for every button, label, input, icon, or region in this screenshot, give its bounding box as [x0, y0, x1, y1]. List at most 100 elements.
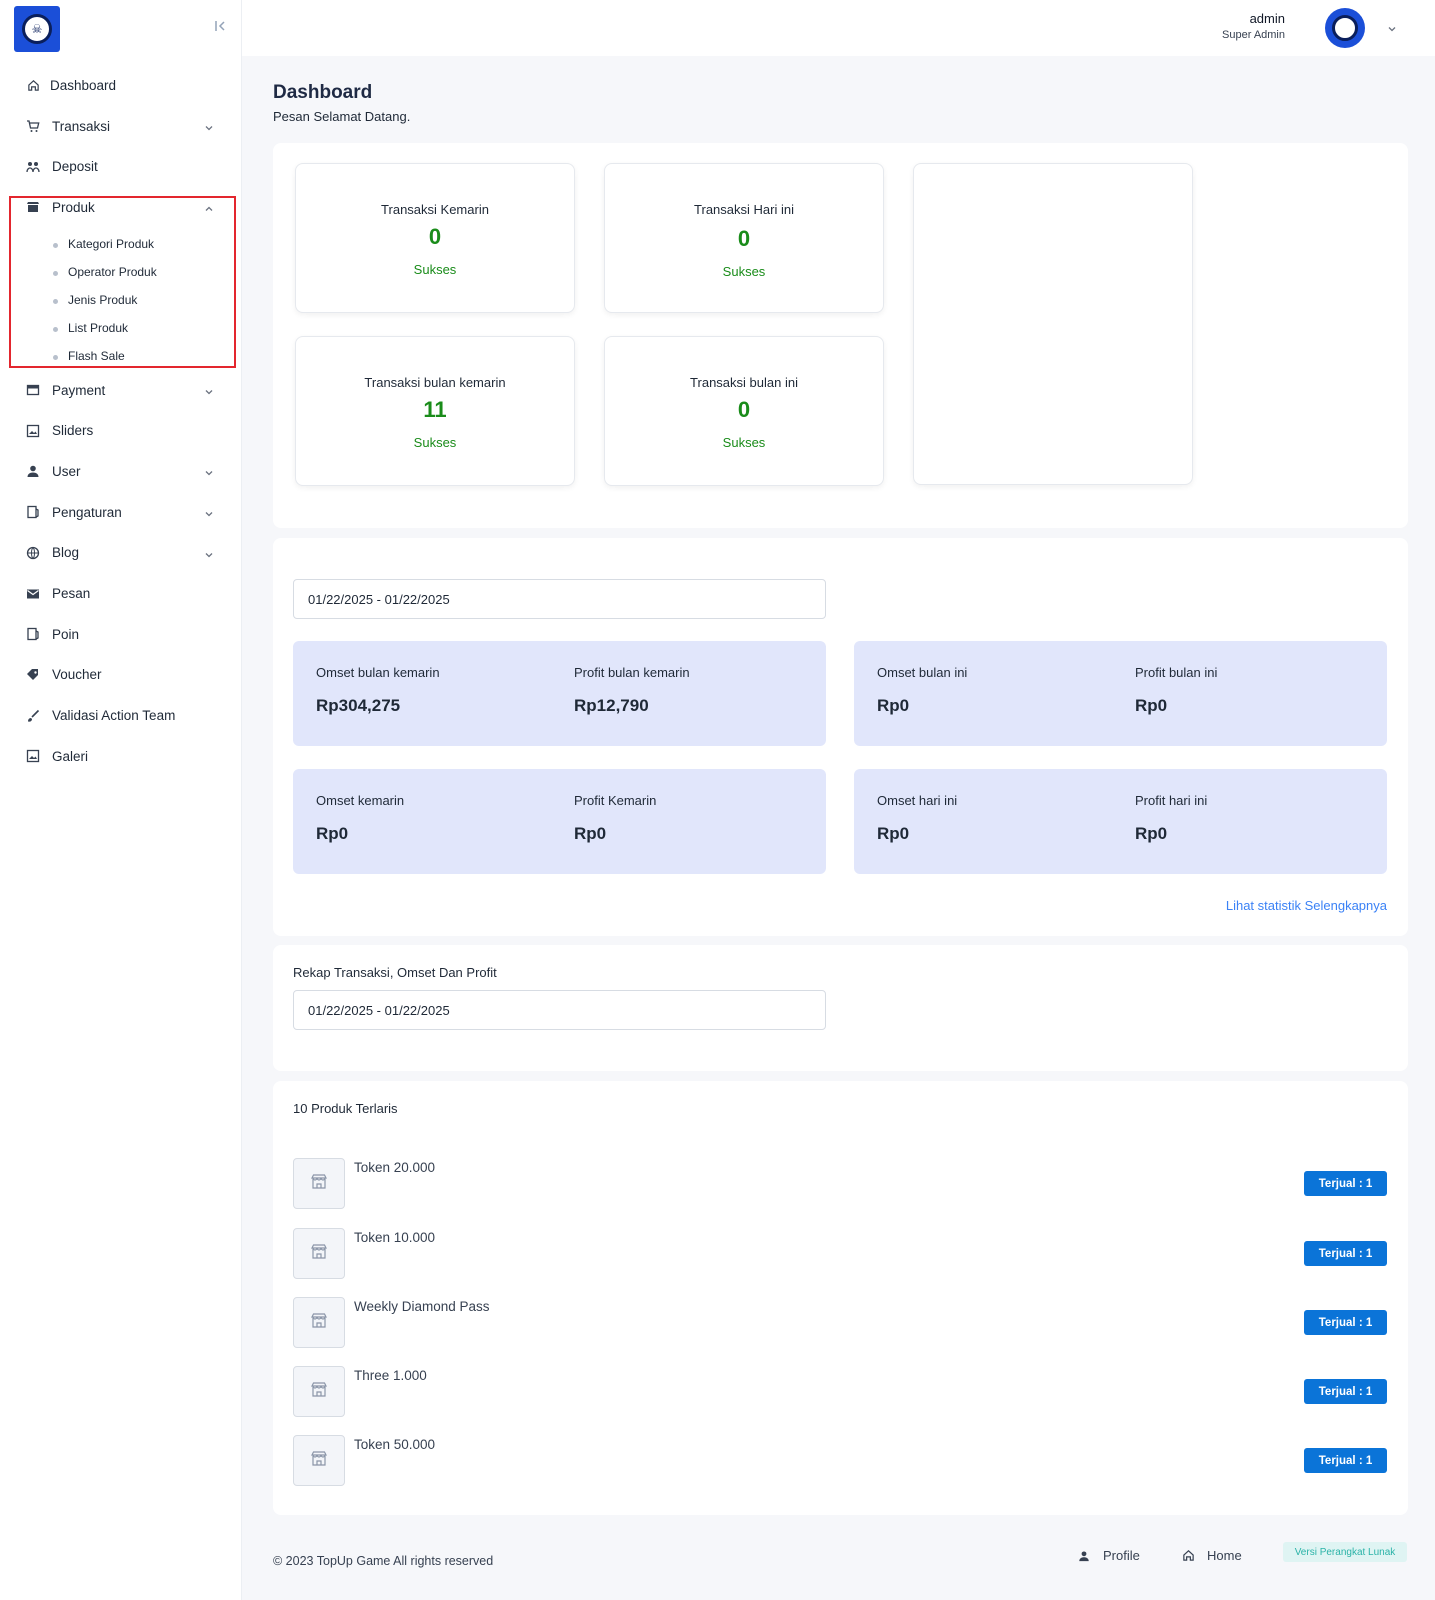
sidebar-item-voucher[interactable]: Voucher: [0, 655, 242, 696]
sidebar-item-label: Deposit: [52, 159, 98, 175]
profit-label: Profit bulan ini: [1135, 665, 1218, 680]
mail-icon: [26, 587, 40, 601]
stat-value: 0: [428, 224, 442, 249]
sidebar-item-label: Payment: [52, 382, 106, 398]
points-icon: [26, 627, 40, 641]
stat-value: 0: [737, 397, 751, 422]
finance-box-bulan-kemarin: Omset bulan kemarin Rp304,275 Profit bul…: [293, 641, 826, 746]
stat-status: Sukses: [722, 264, 766, 279]
more-statistics-link[interactable]: Lihat statistik Selengkapnya: [1226, 898, 1387, 913]
sidebar-item-pengaturan[interactable]: Pengaturan: [0, 492, 242, 533]
sidebar-item-label: Sliders: [52, 423, 94, 439]
chevron-down-icon: [204, 385, 214, 395]
product-thumbnail: [293, 1366, 345, 1417]
product-name: Token 20.000: [354, 1160, 436, 1175]
stat-empty-panel: [913, 163, 1193, 485]
chevron-down-icon[interactable]: [1386, 22, 1398, 34]
omset-label: Omset hari ini: [877, 793, 958, 808]
sidebar-item-label: Dashboard: [50, 77, 117, 93]
logo-emblem-icon: ☠: [22, 14, 52, 44]
sold-badge: Terjual : 1: [1304, 1379, 1387, 1404]
chevron-down-icon: [204, 507, 214, 517]
sidebar-item-transaksi[interactable]: Transaksi: [0, 106, 242, 147]
brush-icon: [26, 709, 40, 723]
footer-link-label: Profile: [1103, 1548, 1140, 1563]
store-icon: [310, 1380, 328, 1403]
product-thumbnail: [293, 1297, 345, 1348]
profit-label: Profit hari ini: [1135, 793, 1208, 808]
stat-transaksi-kemarin: Transaksi Kemarin 0 Sukses: [295, 163, 575, 313]
profit-value: Rp0: [1135, 696, 1168, 715]
profit-value: Rp0: [574, 824, 607, 843]
product-thumbnail: [293, 1158, 345, 1209]
sidebar-item-poin[interactable]: Poin: [0, 614, 242, 655]
omset-label: Omset bulan ini: [877, 665, 968, 680]
product-name: Token 50.000: [354, 1437, 436, 1452]
user-name: admin: [1249, 11, 1285, 26]
footer-home-link[interactable]: Home: [1181, 1548, 1242, 1563]
stat-transaksi-hari-ini: Transaksi Hari ini 0 Sukses: [604, 163, 884, 313]
version-badge: Versi Perangkat Lunak: [1283, 1542, 1407, 1562]
produk-highlight-box: [9, 196, 236, 368]
sidebar-item-sliders[interactable]: Sliders: [0, 410, 242, 451]
sold-badge: Terjual : 1: [1304, 1171, 1387, 1196]
sidebar-item-label: Galeri: [52, 748, 89, 764]
footer-profile-link[interactable]: Profile: [1077, 1548, 1140, 1563]
deposit-icon: [26, 160, 40, 174]
sidebar-item-galeri[interactable]: Galeri: [0, 736, 242, 777]
sidebar-item-label: Validasi Action Team: [52, 708, 176, 724]
sidebar: ☠ Dashboard Transaksi Deposit Produk Kat…: [0, 0, 242, 1600]
user-icon: [1077, 1549, 1091, 1563]
sidebar-item-label: Blog: [52, 545, 80, 561]
app-logo[interactable]: ☠: [14, 6, 60, 52]
user-role: Super Admin: [1222, 29, 1285, 41]
finance-date-range-input[interactable]: 01/22/2025 - 01/22/2025: [293, 579, 826, 619]
sidebar-item-validasi-action-team[interactable]: Validasi Action Team: [0, 695, 242, 736]
sidebar-item-user[interactable]: User: [0, 451, 242, 492]
profit-value: Rp0: [1135, 824, 1168, 843]
sold-badge: Terjual : 1: [1304, 1448, 1387, 1473]
stat-transaksi-bulan-ini: Transaksi bulan ini 0 Sukses: [604, 336, 884, 486]
profit-label: Profit bulan kemarin: [574, 665, 690, 680]
store-icon: [310, 1449, 328, 1472]
stat-transaksi-bulan-kemarin: Transaksi bulan kemarin 11 Sukses: [295, 336, 575, 486]
omset-value: Rp0: [316, 824, 349, 843]
stat-title: Transaksi bulan ini: [690, 375, 798, 390]
chevron-down-icon: [204, 548, 214, 558]
footer-link-label: Home: [1207, 1548, 1242, 1563]
sidebar-item-pesan[interactable]: Pesan: [0, 573, 242, 614]
stat-status: Sukses: [722, 435, 766, 450]
stat-status: Sukses: [413, 435, 457, 450]
payment-icon: [26, 383, 40, 397]
omset-value: Rp0: [877, 696, 910, 715]
product-thumbnail: [293, 1228, 345, 1279]
collapse-sidebar-icon[interactable]: [212, 18, 228, 34]
avatar[interactable]: [1325, 8, 1365, 48]
stat-title: Transaksi bulan kemarin: [364, 375, 506, 390]
topbar: [242, 0, 1435, 56]
stat-value: 11: [423, 397, 447, 422]
rekap-date-range-input[interactable]: 01/22/2025 - 01/22/2025: [293, 990, 826, 1030]
omset-value: Rp304,275: [316, 696, 401, 715]
omset-label: Omset kemarin: [316, 793, 405, 808]
omset-label: Omset bulan kemarin: [316, 665, 440, 680]
sidebar-item-blog[interactable]: Blog: [0, 533, 242, 574]
sidebar-item-payment[interactable]: Payment: [0, 370, 242, 411]
page-title: Dashboard: [273, 82, 373, 103]
product-thumbnail: [293, 1435, 345, 1486]
sidebar-item-deposit[interactable]: Deposit: [0, 146, 242, 187]
sidebar-item-dashboard[interactable]: Dashboard: [0, 65, 242, 106]
avatar-emblem-icon: [1332, 15, 1358, 41]
globe-icon: [26, 546, 40, 560]
home-icon: [26, 78, 40, 92]
page-subtitle: Pesan Selamat Datang.: [273, 109, 411, 124]
sidebar-item-label: Pengaturan: [52, 504, 122, 520]
top-products-card: [273, 1081, 1408, 1515]
stat-title: Transaksi Kemarin: [381, 202, 489, 217]
finance-box-kemarin: Omset kemarin Rp0 Profit Kemarin Rp0: [293, 769, 826, 874]
sidebar-item-label: Voucher: [52, 667, 102, 683]
sold-badge: Terjual : 1: [1304, 1241, 1387, 1266]
sold-badge: Terjual : 1: [1304, 1310, 1387, 1335]
voucher-icon: [26, 668, 40, 682]
chevron-down-icon: [204, 466, 214, 476]
